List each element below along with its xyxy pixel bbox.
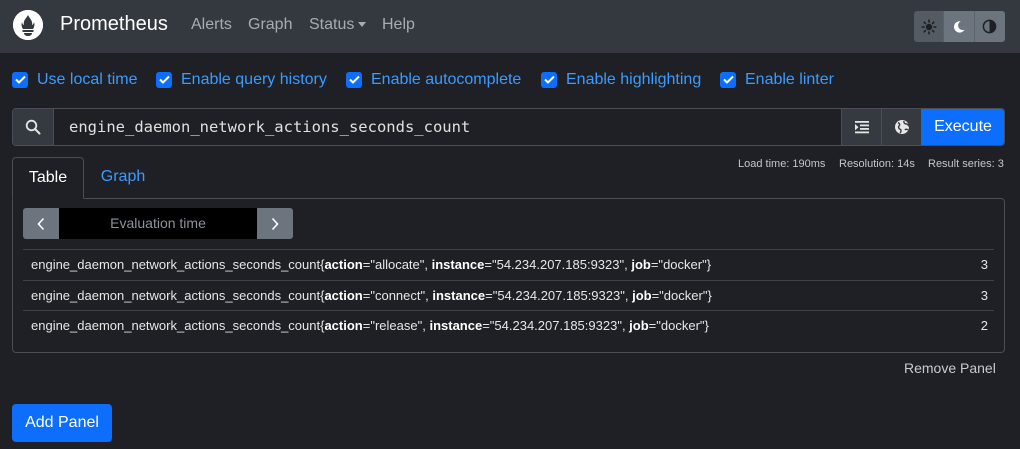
remove-panel-link[interactable]: Remove Panel [904,360,996,376]
tab-graph[interactable]: Graph [84,157,162,199]
nav-graph[interactable]: Graph [248,16,292,34]
theme-auto-button[interactable] [974,11,1005,42]
series-label: engine_daemon_network_actions_seconds_co… [31,288,712,303]
series-value: 3 [980,257,988,272]
option-label[interactable]: Enable autocomplete [371,71,521,89]
checkbox-checked-icon[interactable] [720,71,736,88]
option-label[interactable]: Use local time [37,71,137,89]
load-time: Load time: 190ms [738,158,826,170]
table-row: engine_daemon_network_actions_seconds_co… [23,249,994,280]
label-value: release [374,318,418,333]
navbar: Prometheus Alerts Graph Status Help [0,0,1020,53]
series-label: engine_daemon_network_actions_seconds_co… [31,257,712,272]
label-key: job [632,288,652,303]
label-key: instance [429,318,483,333]
caret-down-icon [358,22,367,28]
nav-alerts[interactable]: Alerts [191,16,232,34]
theme-dark-button[interactable] [944,11,975,42]
indent-icon [854,121,869,134]
chevron-left-icon [37,217,45,230]
label-key: instance [432,288,486,303]
label-value: 54.234.207.185:9323 [497,288,621,303]
contrast-icon [982,19,997,34]
label-key: action [324,288,363,303]
label-value: connect [374,288,421,303]
globe-icon [894,120,909,134]
label-value: docker [660,318,700,333]
nav-status[interactable]: Status [309,16,367,34]
moon-icon [953,20,965,33]
table-row: engine_daemon_network_actions_seconds_co… [23,310,994,341]
chevron-right-icon [271,217,279,230]
option-enable-autocomplete[interactable]: Enable autocomplete [346,70,521,89]
label-key: job [631,257,651,272]
result-series: Result series: 3 [928,158,1004,170]
metric-name: engine_daemon_network_actions_seconds_co… [31,288,321,303]
label-value: 54.234.207.185:9323 [494,318,618,333]
nav-status-label: Status [309,16,355,33]
option-label[interactable]: Enable linter [745,71,834,89]
checkbox-checked-icon[interactable] [541,71,557,88]
prometheus-logo-icon[interactable] [13,10,43,40]
label-value: allocate [374,257,420,272]
metric-name: engine_daemon_network_actions_seconds_co… [31,318,321,333]
brand-title[interactable]: Prometheus [60,13,168,36]
evaluation-time-input[interactable]: Evaluation time [59,208,257,239]
label-key: instance [431,257,485,272]
table-row: engine_daemon_network_actions_seconds_co… [23,280,994,311]
resolution: Resolution: 14s [839,158,915,170]
nav-help[interactable]: Help [382,16,415,34]
tab-table[interactable]: Table [12,157,84,199]
label-value: docker [663,257,703,272]
label-key: job [629,318,649,333]
metric-name: engine_daemon_network_actions_seconds_co… [31,257,321,272]
next-time-button[interactable] [257,208,293,239]
metrics-explorer-button[interactable] [881,109,921,145]
option-label[interactable]: Enable highlighting [566,71,701,89]
theme-toggle-group [914,11,1005,42]
expression-input[interactable]: engine_daemon_network_actions_seconds_co… [54,109,841,145]
option-enable-query-history[interactable]: Enable query history [156,70,327,89]
add-panel-button[interactable]: Add Panel [12,404,112,442]
option-enable-highlighting[interactable]: Enable highlighting [541,70,701,89]
series-value: 2 [980,318,988,333]
option-label[interactable]: Enable query history [181,71,327,89]
execute-button[interactable]: Execute [921,109,1004,145]
search-icon [25,119,41,135]
sun-icon [921,18,937,35]
label-value: 54.234.207.185:9323 [496,257,620,272]
query-bar: engine_daemon_network_actions_seconds_co… [12,108,1005,146]
option-enable-linter[interactable]: Enable linter [720,70,834,89]
previous-time-button[interactable] [23,208,59,239]
label-key: action [324,318,363,333]
checkbox-checked-icon[interactable] [156,71,172,88]
label-value: docker [663,288,703,303]
evaluation-time-picker: Evaluation time [23,208,293,239]
series-value: 3 [980,288,988,303]
format-expression-button[interactable] [841,109,881,145]
checkbox-checked-icon[interactable] [12,71,28,88]
theme-light-button[interactable] [914,11,945,42]
checkbox-checked-icon[interactable] [346,71,362,88]
label-key: action [324,257,363,272]
series-label: engine_daemon_network_actions_seconds_co… [31,318,709,333]
search-icon-addon [13,109,54,145]
option-use-local-time[interactable]: Use local time [12,70,137,89]
